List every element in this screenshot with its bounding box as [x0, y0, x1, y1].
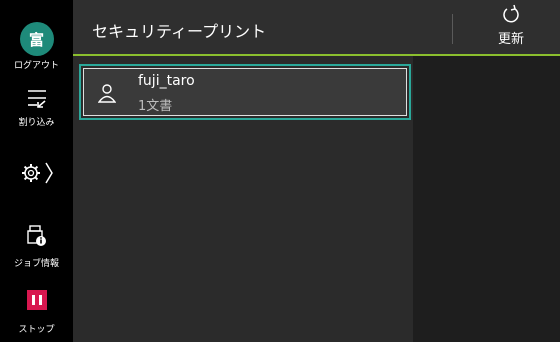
- refresh-icon: [503, 4, 519, 23]
- job-doc-count: 1文書: [138, 99, 173, 114]
- page-title: セキュリティープリント: [92, 22, 267, 41]
- detail-panel: [413, 56, 560, 342]
- printer-info-icon: [26, 225, 46, 246]
- refresh-button[interactable]: 更新: [483, 4, 539, 47]
- job-user-name: fuji_taro: [138, 73, 195, 89]
- job-list: fuji_taro 1文書: [73, 56, 413, 342]
- refresh-label: 更新: [497, 32, 524, 47]
- gear-icon: [21, 162, 53, 184]
- user-avatar: 富: [19, 22, 54, 56]
- left-rail: 富 ログアウト 割り込み ジョブ情報 ストップ: [0, 0, 73, 342]
- header-bar: セキュリティープリント 更新: [73, 0, 560, 56]
- stop-label: ストップ: [18, 325, 55, 335]
- header-divider: [452, 14, 453, 44]
- interrupt-icon: [27, 90, 46, 108]
- interrupt-label: 割り込み: [18, 118, 55, 128]
- logout-button[interactable]: 富 ログアウト: [0, 22, 73, 71]
- job-info-button[interactable]: ジョブ情報: [0, 224, 73, 269]
- stop-icon: [26, 290, 47, 310]
- job-list-item[interactable]: fuji_taro 1文書: [79, 64, 411, 120]
- stop-button[interactable]: ストップ: [0, 290, 73, 335]
- job-info-label: ジョブ情報: [13, 259, 59, 269]
- logout-label: ログアウト: [13, 61, 59, 71]
- settings-button[interactable]: [0, 160, 73, 190]
- interrupt-button[interactable]: 割り込み: [0, 87, 73, 128]
- user-icon: [98, 84, 116, 103]
- avatar-char: 富: [28, 30, 44, 49]
